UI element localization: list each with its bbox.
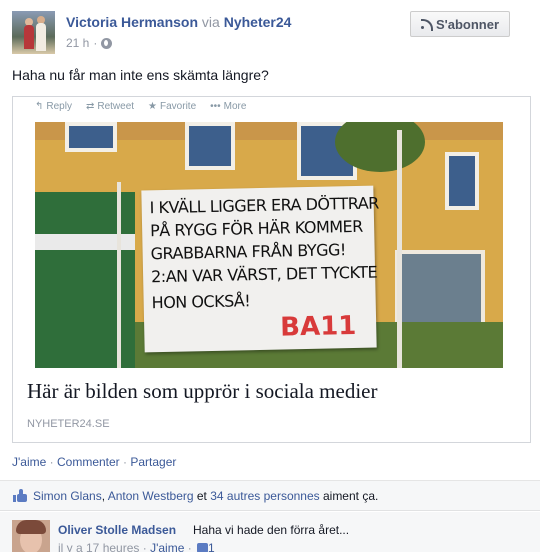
building-window [185,122,235,170]
comment-meta: il y a 17 heures · J'aime · 1 [58,541,215,552]
banner-tag: BA11 [279,310,357,343]
comment-link[interactable]: Commenter [57,455,120,469]
building-window [65,122,117,152]
post-actions: J'aime · Commenter · Partager [12,455,176,469]
building-window [445,152,479,210]
other-likers-link[interactable]: 34 autres personnes [210,489,319,503]
comment: Oliver Stolle Madsen Haha vi hade den fö… [0,512,540,552]
post-timestamp[interactable]: 21 h [66,36,89,50]
page-name-link[interactable]: Nyheter24 [224,14,292,30]
link-title[interactable]: Här är bilden som upprör i sociala medie… [27,379,377,404]
commenter-name-link[interactable]: Oliver Stolle Madsen [58,523,176,537]
action-separator: · [119,455,131,469]
likes-and: et [193,489,211,503]
subscribe-label: S'abonner [435,16,500,32]
tweet-favorite: ★ Favorite [148,101,197,112]
shared-link-card[interactable]: ↰ Reply ⇄ Retweet ★ Favorite ••• More I KVÄL… [12,96,531,443]
author-avatar[interactable] [12,11,55,54]
via-label: via [201,14,220,30]
likes-suffix: aiment ça. [319,489,379,503]
post-status-text: Haha nu får man inte ens skämta längre? [12,67,269,83]
avatar-person [36,23,46,51]
banner-text-line: PÅ RYGG FÖR HÄR KOMMER [149,216,363,241]
liker-link[interactable]: Anton Westberg [108,489,194,503]
tweet-more: ••• More [210,101,247,112]
tweet-reply: ↰ Reply [35,101,72,112]
banner-text-line: HON OCKSÅ! [151,291,251,313]
globe-icon[interactable] [101,37,113,49]
banner-photo: I KVÄLL LIGGER ERA DÖTTRAR PÅ RYGG FÖR H… [35,122,503,368]
like-link[interactable]: J'aime [12,455,46,469]
retweet-icon: ⇄ [85,101,95,112]
banner-text-line: GRABBARNA FRÅN BYGG! [150,240,347,264]
flag-pole [117,182,121,368]
more-dots-icon: ••• [210,101,221,112]
liker-link[interactable]: Simon Glans [33,489,102,503]
meta-separator: · [139,541,151,552]
likes-text: Simon Glans, Anton Westberg et 34 autres… [33,489,378,503]
post-meta: 21 h · [66,36,113,50]
subscribe-button[interactable]: S'abonner [410,11,510,37]
comment-text: Haha vi hade den förra året... [193,523,350,537]
commenter-avatar[interactable] [12,520,50,552]
rss-icon [420,19,433,31]
banner-text-line: 2:AN VAR VÄRST, DET TYCKTE [150,262,378,287]
flag-pole [397,130,402,368]
reply-icon: ↰ [35,101,44,112]
avatar-person [24,25,34,49]
building-door [395,250,485,330]
tweet-retweet: ⇄ Retweet [85,101,135,112]
comment-like-count[interactable]: 1 [208,541,215,552]
link-domain: NYHETER24.SE [27,418,110,430]
star-icon: ★ [148,101,158,112]
comment-like-link[interactable]: J'aime [150,541,184,552]
tweet-action-bar: ↰ Reply ⇄ Retweet ★ Favorite ••• More [35,101,246,112]
likes-summary: Simon Glans, Anton Westberg et 34 autres… [0,480,540,511]
banner-text-line: I KVÄLL LIGGER ERA DÖTTRAR [149,193,379,218]
protest-banner: I KVÄLL LIGGER ERA DÖTTRAR PÅ RYGG FÖR H… [141,185,379,353]
link-preview-image[interactable]: ↰ Reply ⇄ Retweet ★ Favorite ••• More I KVÄL… [13,97,530,369]
comment-timestamp[interactable]: il y a 17 heures [58,541,139,552]
thumbs-up-icon [13,489,27,502]
thumbs-up-icon [197,543,209,552]
action-separator: · [46,455,57,469]
avatar-hair [16,520,46,534]
author-name-link[interactable]: Victoria Hermanson [66,14,198,30]
share-link[interactable]: Partager [130,455,176,469]
meta-separator: · [93,36,98,50]
meta-separator: · [184,541,196,552]
post-author-line: Victoria Hermanson via Nyheter24 [66,14,291,30]
